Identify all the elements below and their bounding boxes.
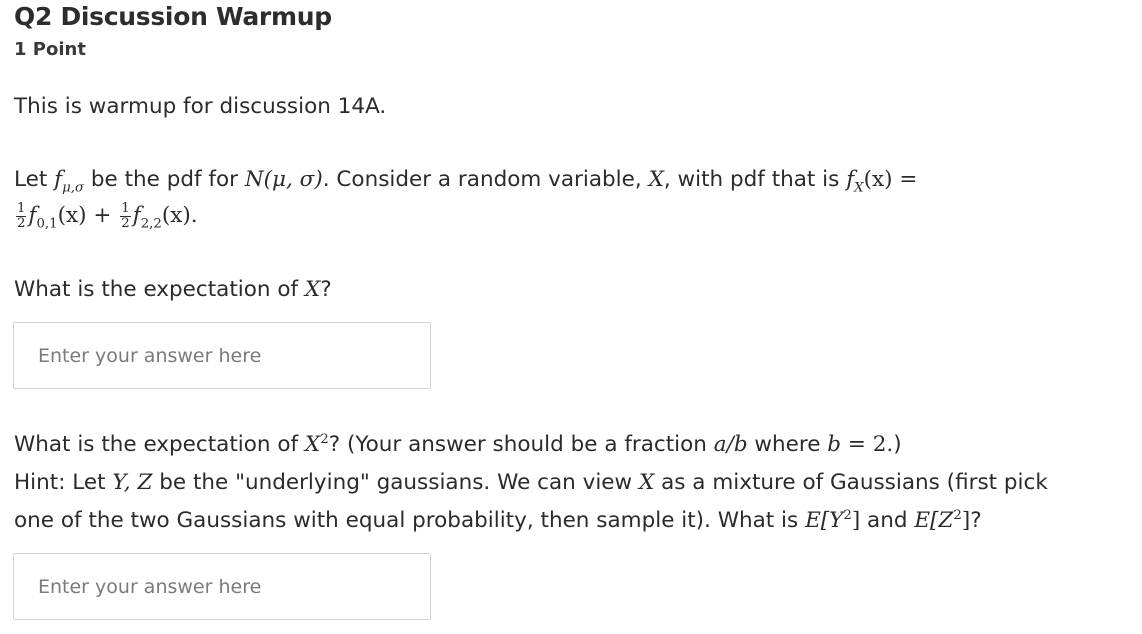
def-text-2: be the pdf for: [84, 167, 245, 192]
yz-symbols: Y, Z: [112, 470, 153, 495]
expectation-y-squared: E[Y2]: [805, 507, 861, 533]
f01-term: f0,1(x) +: [28, 203, 119, 232]
half-fraction-1: 12: [16, 201, 27, 231]
def-text-3: . Consider a random variable,: [322, 167, 649, 192]
expectation-z-squared: E[Z2]: [914, 507, 971, 533]
x-squared-symbol: X2: [304, 431, 329, 457]
hint-line-2: one of the two Gaussians with equal prob…: [14, 507, 982, 533]
definition-line-2: 1 2 f0,1(x) + 1 2 f2,2(x).: [14, 197, 198, 235]
intro-text: This is warmup for discussion 14A.: [14, 94, 387, 119]
question-points: 1 Point: [14, 39, 86, 60]
f22-term: f2,2(x).: [132, 203, 198, 232]
x-symbol: X: [648, 167, 664, 192]
question-panel: Q2 Discussion Warmup 1 Point This is war…: [0, 0, 1142, 634]
answer-input-1[interactable]: [13, 322, 431, 389]
answer-input-2[interactable]: [13, 553, 431, 620]
x-symbol: X: [638, 470, 655, 495]
normal-symbol: N: [244, 167, 264, 192]
question-2-prompt: What is the expectation of X2? (Your ans…: [14, 431, 902, 457]
definition-line-1: Let fμ,σ be the pdf for N(μ, σ). Conside…: [14, 161, 917, 199]
x-symbol: X: [304, 277, 321, 302]
b-symbol: b: [827, 432, 842, 457]
question-title: Q2 Discussion Warmup: [14, 2, 332, 31]
f-mu-sigma-symbol: fμ,σ: [54, 167, 85, 196]
normal-args: (μ, σ): [263, 167, 323, 192]
half-fraction-2: 12: [120, 201, 131, 231]
fraction-a-over-b: a/b: [713, 432, 748, 457]
def-text-1: Let: [14, 167, 55, 192]
def-text-4: , with pdf that is: [663, 167, 847, 192]
fx-symbol: fX(x) =: [846, 167, 918, 196]
hint-line-1: Hint: Let Y, Z be the "underlying" gauss…: [14, 470, 1048, 495]
question-1-prompt: What is the expectation of X?: [14, 277, 332, 302]
